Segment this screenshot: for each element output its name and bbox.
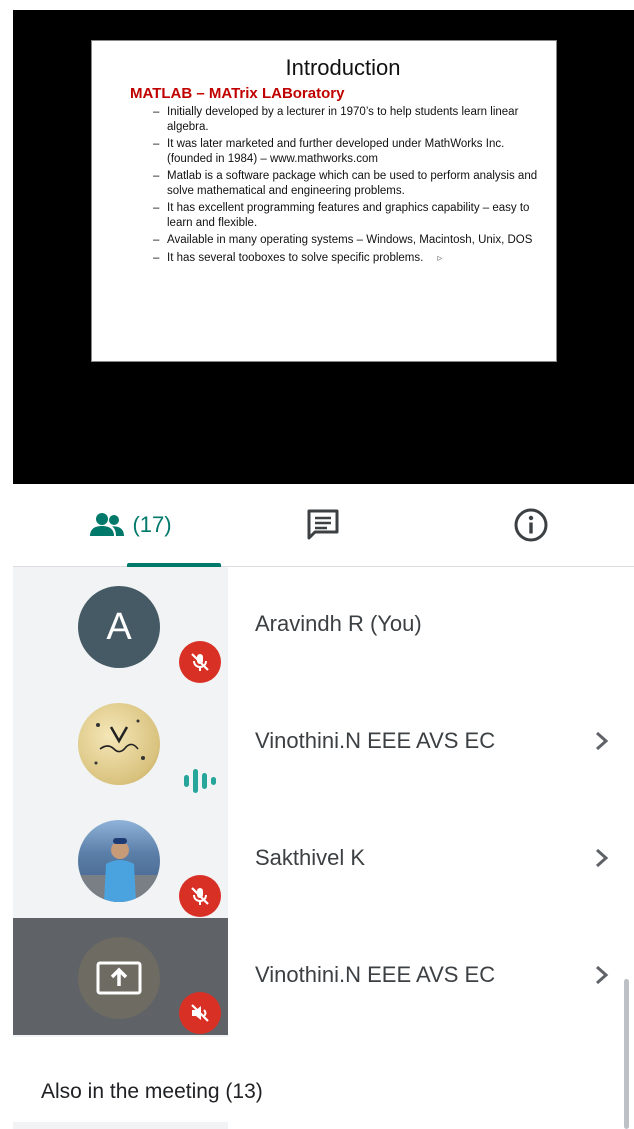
- pointer-cursor-icon: ▹: [437, 252, 443, 264]
- avatar: [78, 937, 160, 1019]
- slide-bullet: It was later marketed and further develo…: [153, 137, 538, 166]
- slide-title: Introduction: [285, 55, 401, 80]
- speaking-indicator-icon: [181, 767, 217, 793]
- tab-bar: (17): [13, 484, 634, 567]
- also-in-meeting-header: Also in the meeting (13): [41, 1080, 263, 1103]
- slide-bullet-text: It has several tooboxes to solve specifi…: [167, 251, 424, 264]
- slide-subtitle: MATLAB – MATrix LABoratory: [130, 85, 345, 102]
- participant-row[interactable]: A Aravindh R (You): [13, 567, 634, 684]
- participant-name: Sakthivel K: [255, 845, 366, 870]
- people-icon: [90, 513, 125, 536]
- next-row-edge: [13, 1122, 228, 1129]
- chevron-right-icon[interactable]: [591, 726, 613, 756]
- slide-bullet: It has several tooboxes to solve specifi…: [153, 251, 538, 267]
- people-count: (17): [132, 512, 172, 537]
- chevron-right-icon[interactable]: [591, 960, 613, 990]
- mic-off-icon: [179, 875, 221, 917]
- participant-list: A Aravindh R (You) Vinothini.N EEE AVS E…: [13, 567, 634, 1129]
- avatar: [78, 820, 160, 902]
- avatar-letter: A: [106, 605, 132, 648]
- believe-avatar-image: [94, 719, 145, 765]
- slide-bullets: Initially developed by a lecturer in 197…: [130, 105, 538, 266]
- slide-bullet: It has excellent programming features an…: [153, 201, 538, 230]
- tab-info[interactable]: [506, 484, 556, 566]
- chat-icon: [307, 509, 339, 540]
- volume-off-icon: [179, 992, 221, 1034]
- avatar: A: [78, 586, 160, 668]
- scrollbar[interactable]: [624, 979, 629, 1129]
- participant-row[interactable]: Sakthivel K: [13, 801, 634, 918]
- participant-name: Aravindh R (You): [255, 611, 422, 636]
- participant-row[interactable]: Vinothini.N EEE AVS EC: [13, 918, 634, 1035]
- mic-off-icon: [179, 641, 221, 683]
- cricketer-avatar-image: [78, 838, 160, 902]
- slide-bullet: Matlab is a software package which can b…: [153, 169, 538, 198]
- participant-row[interactable]: Vinothini.N EEE AVS EC: [13, 684, 634, 801]
- chevron-right-icon[interactable]: [591, 843, 613, 873]
- tab-people[interactable]: (17): [70, 484, 221, 567]
- slide-bullet: Initially developed by a lecturer in 197…: [153, 105, 538, 134]
- participant-name: Vinothini.N EEE AVS EC: [255, 728, 496, 753]
- tab-chat[interactable]: [298, 484, 348, 566]
- slide-bullet: Available in many operating systems – Wi…: [153, 233, 538, 248]
- presentation-stage[interactable]: Introduction MATLAB – MATrix LABoratory …: [13, 10, 634, 484]
- slide: Introduction MATLAB – MATrix LABoratory …: [91, 40, 557, 362]
- info-icon: [514, 508, 548, 542]
- present-screen-icon: [96, 961, 142, 995]
- avatar: [78, 703, 160, 785]
- participant-name: Vinothini.N EEE AVS EC: [255, 962, 496, 987]
